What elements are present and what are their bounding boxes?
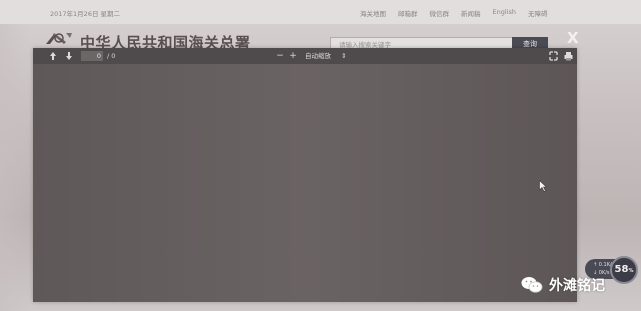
top-info-bar: 2017年1月26日 星期二 海关地图 邮箱群 微信群 新闻稿 English … xyxy=(0,0,641,24)
close-viewer-button[interactable]: X xyxy=(567,29,579,47)
zoom-select-caret: ⇕ xyxy=(341,52,347,60)
previous-page-icon[interactable] xyxy=(49,51,57,61)
wechat-icon xyxy=(521,277,543,293)
top-link-accessibility[interactable]: 无障碍 xyxy=(528,8,548,18)
wechat-watermark: 外滩铭记 xyxy=(521,275,605,295)
zoom-out-button[interactable]: − xyxy=(276,51,284,61)
current-date: 2017年1月26日 星期二 xyxy=(50,10,121,18)
top-link-map[interactable]: 海关地图 xyxy=(360,8,386,18)
top-link-wechat[interactable]: 微信群 xyxy=(430,8,450,18)
page-number-input[interactable]: 0 xyxy=(81,51,103,61)
battery-percent: 58 xyxy=(614,264,629,275)
page-count: / 0 xyxy=(107,52,116,60)
zoom-in-button[interactable]: + xyxy=(289,51,297,61)
wechat-account-name: 外滩铭记 xyxy=(549,278,605,294)
print-icon[interactable] xyxy=(564,51,573,61)
zoom-select[interactable]: 自动缩放 ⇕ xyxy=(305,51,347,61)
top-links: 海关地图 邮箱群 微信群 新闻稿 English 无障碍 xyxy=(360,8,547,18)
mouse-cursor-icon xyxy=(539,180,547,192)
top-link-english[interactable]: English xyxy=(493,8,516,18)
next-page-icon[interactable] xyxy=(65,51,73,61)
customs-emblem-icon xyxy=(46,33,72,44)
pdf-document-area[interactable] xyxy=(33,64,577,302)
pdf-viewer: 0 / 0 − + 自动缩放 ⇕ xyxy=(33,48,577,302)
top-link-news[interactable]: 新闻稿 xyxy=(461,8,481,18)
top-link-mail[interactable]: 邮箱群 xyxy=(398,8,418,18)
fullscreen-icon[interactable] xyxy=(549,51,558,61)
battery-indicator[interactable]: 58% xyxy=(610,256,638,284)
zoom-select-value: 自动缩放 xyxy=(305,52,331,60)
pdf-toolbar: 0 / 0 − + 自动缩放 ⇕ xyxy=(33,48,577,64)
battery-percent-unit: % xyxy=(628,268,634,274)
